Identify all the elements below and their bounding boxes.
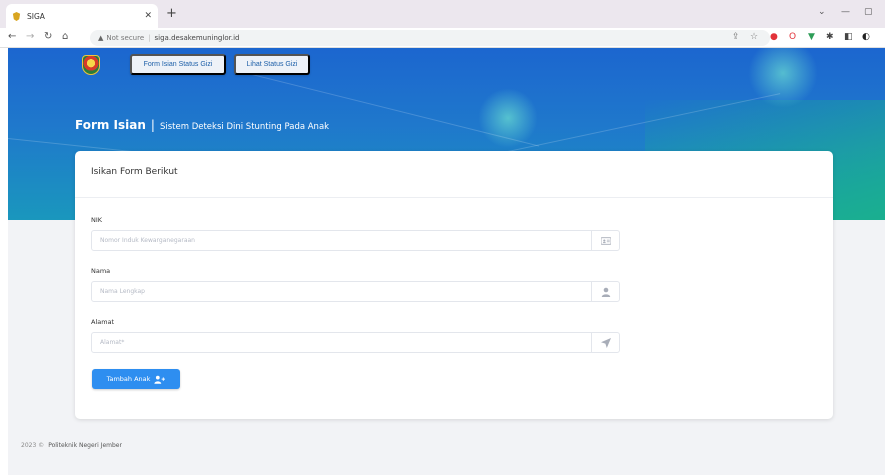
page-title: Form Isian | Sistem Deteksi Dini Stuntin… (75, 118, 329, 132)
new-tab-icon[interactable]: + (166, 6, 177, 21)
nik-input[interactable] (92, 231, 591, 250)
warning-icon: ▲ (98, 34, 104, 42)
tambah-anak-button[interactable]: Tambah Anak (92, 369, 180, 389)
browser-tab-title: SIGA (27, 11, 45, 21)
user-icon (601, 287, 610, 297)
form-card-header: Isikan Form Berikut (75, 151, 833, 198)
extension-red-icon[interactable]: ● (770, 32, 778, 42)
page-title-separator: | (150, 118, 155, 132)
nik-field-group (91, 230, 620, 251)
close-tab-icon[interactable]: ✕ (144, 11, 152, 21)
reload-icon[interactable]: ↻ (44, 31, 52, 42)
alamat-label: Alamat (91, 318, 115, 326)
nama-field-group (91, 281, 620, 302)
sidebar-icon[interactable]: ◧ (844, 32, 853, 42)
nav-form-isian-button[interactable]: Form Isian Status Gizi (130, 54, 226, 75)
page-content: Form Isian Status Gizi Lihat Status Gizi… (8, 48, 885, 475)
forward-icon[interactable]: → (26, 31, 34, 42)
page-footer: 2023 © Politeknik Negeri Jember (21, 442, 122, 449)
page-title-main: Form Isian (75, 118, 146, 132)
home-icon[interactable]: ⌂ (62, 31, 68, 42)
back-icon[interactable]: ← (8, 31, 16, 42)
opera-icon[interactable]: O (789, 32, 796, 42)
url-text: siga.desakemuninglor.id (154, 34, 240, 42)
village-logo[interactable] (82, 55, 100, 75)
share-icon[interactable]: ⇪ (732, 32, 740, 42)
form-card-title: Isikan Form Berikut (91, 167, 178, 177)
url-separator: | (148, 34, 151, 42)
tab-list-icon[interactable]: ⌄ (818, 7, 826, 17)
tambah-anak-label: Tambah Anak (106, 375, 151, 383)
browser-tab-bar: SIGA ✕ + ⌄ — ▢ (0, 0, 885, 28)
nik-addon (591, 231, 619, 250)
nama-addon (591, 282, 619, 301)
id-card-icon (600, 236, 611, 245)
footer-org-link[interactable]: Politeknik Negeri Jember (48, 442, 122, 449)
hero-glow-decoration (748, 48, 818, 108)
browser-toolbar: ← → ↻ ⌂ ▲ Not secure | siga.desakemuning… (0, 28, 885, 48)
nama-label: Nama (91, 267, 111, 275)
nama-input[interactable] (92, 282, 591, 301)
user-plus-icon (154, 375, 166, 384)
alamat-input[interactable] (92, 333, 591, 352)
nav-lihat-status-button[interactable]: Lihat Status Gizi (234, 54, 310, 75)
maximize-icon[interactable]: ▢ (864, 7, 873, 17)
alamat-addon (591, 333, 619, 352)
security-label: Not secure (106, 34, 145, 42)
location-arrow-icon (600, 337, 611, 348)
shield-icon[interactable]: ▼ (808, 32, 815, 42)
page-title-subtitle: Sistem Deteksi Dini Stunting Pada Anak (159, 122, 330, 132)
alamat-field-group (91, 332, 620, 353)
address-bar[interactable]: ▲ Not secure | siga.desakemuninglor.id (90, 30, 770, 46)
footer-copyright: 2023 © (21, 442, 45, 449)
profile-avatar-icon[interactable]: ◐ (862, 32, 870, 42)
form-card: Isikan Form Berikut NIK Nama Alamat (75, 151, 833, 419)
minimize-icon[interactable]: — (841, 7, 850, 17)
bookmark-star-icon[interactable]: ☆ (750, 32, 758, 42)
favicon-icon (12, 11, 21, 21)
browser-tab[interactable]: SIGA ✕ (6, 4, 158, 28)
nik-label: NIK (91, 216, 103, 224)
extensions-puzzle-icon[interactable]: ✱ (826, 32, 834, 42)
